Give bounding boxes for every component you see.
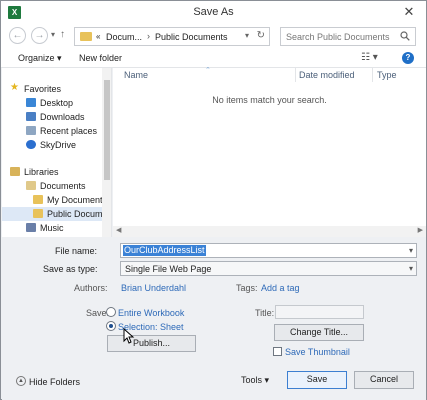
scroll-left-icon[interactable]: ◀ xyxy=(116,226,121,234)
tags-label: Tags: xyxy=(236,283,258,293)
save-as-type-select[interactable]: Single File Web Page ▾ xyxy=(120,261,417,276)
documents-icon xyxy=(26,181,36,190)
tools-label: Tools xyxy=(241,375,263,385)
star-icon: ★ xyxy=(10,82,19,93)
file-name-label: File name: xyxy=(55,246,98,256)
recent-places-icon xyxy=(26,126,36,135)
horizontal-scrollbar[interactable]: ◀ ▶ xyxy=(113,226,426,237)
back-button[interactable]: ← xyxy=(9,27,26,44)
libraries-icon xyxy=(10,167,20,176)
entire-workbook-label[interactable]: Entire Workbook xyxy=(118,308,184,318)
sidebar-scrollbar[interactable] xyxy=(102,68,111,237)
chevron-down-icon[interactable]: ▾ xyxy=(409,264,413,273)
back-arrow-icon: ← xyxy=(12,30,23,41)
save-as-type-value: Single File Web Page xyxy=(125,264,212,274)
column-header-date-modified[interactable]: Date modified xyxy=(299,70,355,80)
scroll-right-icon[interactable]: ▶ xyxy=(418,226,423,234)
search-input[interactable]: Search Public Documents xyxy=(280,27,416,46)
toolbar: Organize ▾ New folder ☷ ▾ ? xyxy=(1,49,426,68)
recent-locations-icon[interactable]: ▾ xyxy=(51,30,55,39)
up-arrow-icon[interactable]: ↑ xyxy=(60,29,65,40)
folder-icon xyxy=(80,32,92,41)
authors-label: Authors: xyxy=(74,283,108,293)
save-thumbnail-checkbox[interactable] xyxy=(273,347,282,356)
column-divider[interactable] xyxy=(295,68,296,82)
hide-folders-button[interactable]: Hide Folders xyxy=(29,377,80,387)
file-name-field[interactable]: OurClubAddressList ▾ xyxy=(120,243,417,258)
sidebar-item-music[interactable]: Music xyxy=(2,221,102,235)
chevron-down-icon: ▾ xyxy=(264,375,270,385)
sidebar-item-public-documents[interactable]: Public Docume xyxy=(2,207,108,221)
sidebar-item-documents[interactable]: Documents xyxy=(2,179,102,193)
column-divider[interactable] xyxy=(372,68,373,82)
title-bar: X Save As ✕ xyxy=(1,1,426,25)
column-header-name[interactable]: Name xyxy=(124,70,148,80)
dialog-title: Save As xyxy=(193,6,234,18)
save-thumbnail-label[interactable]: Save Thumbnail xyxy=(285,347,350,357)
save-options-form: File name: OurClubAddressList ▾ Save as … xyxy=(2,237,426,400)
file-name-value[interactable]: OurClubAddressList xyxy=(123,245,206,256)
selection-sheet-radio[interactable] xyxy=(106,321,116,331)
sort-caret-icon: ⌃ xyxy=(205,67,211,74)
chevron-up-icon[interactable]: ▲ xyxy=(16,376,26,386)
sidebar-item-libraries[interactable]: Libraries xyxy=(2,165,102,179)
add-tag-link[interactable]: Add a tag xyxy=(261,283,300,293)
organize-button[interactable]: Organize ▾ xyxy=(18,53,62,64)
new-folder-button[interactable]: New folder xyxy=(79,53,122,63)
sidebar-item-my-documents[interactable]: My Documents xyxy=(2,193,107,207)
music-icon xyxy=(26,223,36,232)
empty-message: No items match your search. xyxy=(212,95,327,105)
chevron-down-icon[interactable]: ▾ xyxy=(409,246,413,255)
sidebar-item-favorites[interactable]: ★ Favorites xyxy=(2,82,102,96)
help-icon[interactable]: ? xyxy=(402,52,414,64)
breadcrumb-documents[interactable]: Docum... xyxy=(106,32,142,42)
title-field xyxy=(275,305,364,319)
folder-icon xyxy=(33,209,43,218)
save-as-type-label: Save as type: xyxy=(43,264,98,274)
desktop-icon xyxy=(26,98,36,107)
search-placeholder: Search Public Documents xyxy=(286,32,390,42)
sidebar-item-skydrive[interactable]: SkyDrive xyxy=(2,138,102,152)
chevron-right-icon[interactable]: › xyxy=(147,31,150,41)
address-row: ← → ▾ ↑ « Docum... › Public Documents ▾ … xyxy=(1,25,426,49)
sidebar-item-downloads[interactable]: Downloads xyxy=(2,110,102,124)
downloads-icon xyxy=(26,112,36,121)
file-list: ⌃ Name Date modified Type No items match… xyxy=(113,67,426,226)
save-button[interactable]: Save xyxy=(287,371,347,389)
column-header-type[interactable]: Type xyxy=(377,70,397,80)
save-as-dialog: X Save As ✕ ← → ▾ ↑ « Docum... › Public … xyxy=(0,0,427,400)
view-options-icon[interactable]: ☷ ▾ xyxy=(361,52,378,63)
breadcrumb-public-documents[interactable]: Public Documents xyxy=(155,32,228,42)
tools-menu[interactable]: Tools ▾ xyxy=(241,375,269,386)
sidebar-item-recent-places[interactable]: Recent places xyxy=(2,124,102,138)
search-icon xyxy=(400,31,410,41)
entire-workbook-radio[interactable] xyxy=(106,307,116,317)
publish-button[interactable]: Publish... xyxy=(107,335,196,352)
sidebar-item-desktop[interactable]: Desktop xyxy=(2,96,102,110)
navigation-pane: ★ Favorites Desktop Downloads Recent pla… xyxy=(2,68,112,237)
address-bar[interactable]: « Docum... › Public Documents ▾ ↻ xyxy=(74,27,270,46)
mouse-pointer-icon xyxy=(123,328,135,344)
forward-arrow-icon: → xyxy=(34,30,45,41)
chevron-down-icon[interactable]: ▾ xyxy=(245,31,249,40)
close-button[interactable]: ✕ xyxy=(400,4,418,20)
refresh-icon[interactable]: ↻ xyxy=(257,30,265,41)
folder-icon xyxy=(33,195,43,204)
cloud-icon xyxy=(26,140,36,149)
title-label: Title: xyxy=(255,308,275,318)
scrollbar-thumb[interactable] xyxy=(104,80,110,180)
breadcrumb-overflow[interactable]: « xyxy=(96,32,100,41)
forward-button[interactable]: → xyxy=(31,27,48,44)
change-title-button[interactable]: Change Title... xyxy=(274,324,364,341)
cancel-button[interactable]: Cancel xyxy=(354,371,414,389)
authors-value[interactable]: Brian Underdahl xyxy=(121,283,186,293)
